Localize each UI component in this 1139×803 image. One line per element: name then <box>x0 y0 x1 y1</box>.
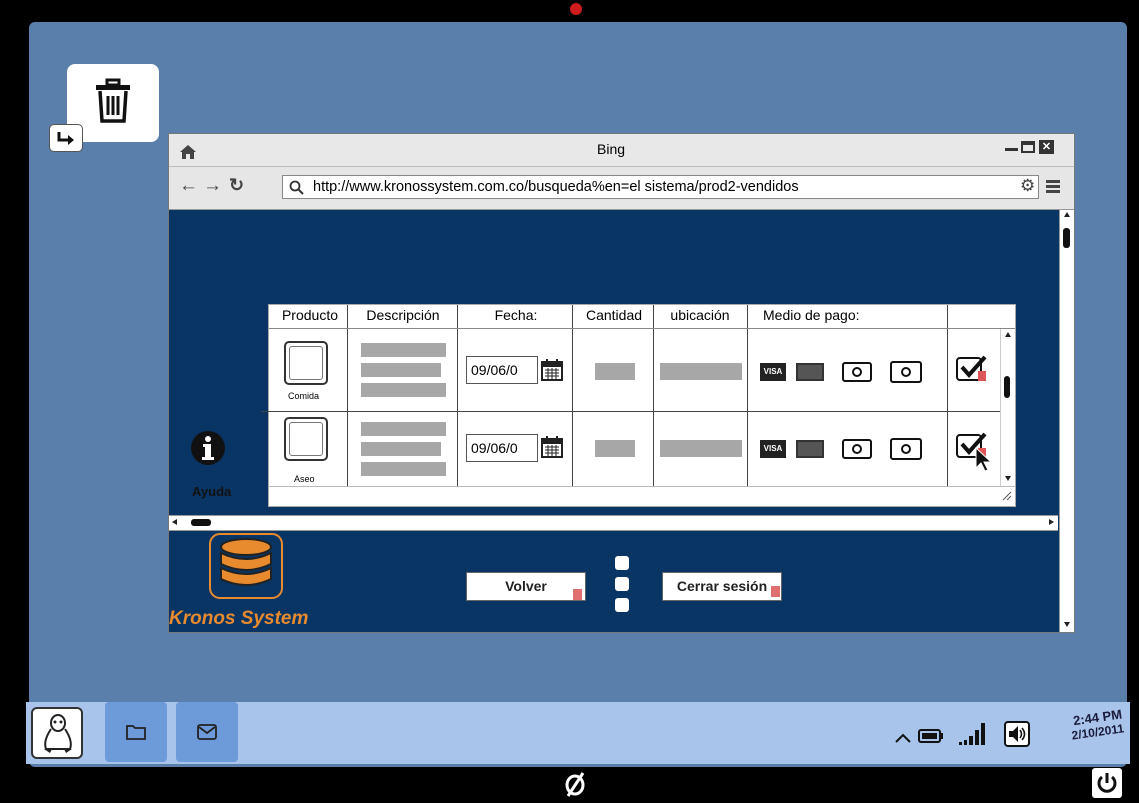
location-placeholder <box>660 440 742 457</box>
close-icon[interactable]: ✕ <box>1039 140 1054 154</box>
header-location: ubicación <box>670 307 730 323</box>
cash-icon[interactable] <box>890 438 922 460</box>
browser-title: Bing <box>597 141 626 157</box>
taskbar: 2:44 PM 2/10/2011 <box>26 702 1130 764</box>
info-icon[interactable] <box>190 430 226 466</box>
product-image-box <box>284 417 328 461</box>
header-date: Fecha: <box>494 307 538 323</box>
table-scrollbar[interactable] <box>1000 329 1015 486</box>
reload-icon[interactable]: ↻ <box>229 175 244 196</box>
date-input[interactable]: 09/06/0 <box>466 356 538 384</box>
scrollbar-thumb[interactable] <box>191 519 211 526</box>
flag-marker <box>771 586 780 597</box>
mouse-cursor-icon <box>975 447 993 472</box>
start-button[interactable] <box>31 707 83 759</box>
visa-card-icon[interactable]: VISA <box>760 363 786 381</box>
select-checkbox[interactable] <box>956 355 987 381</box>
flag-marker <box>978 371 986 381</box>
description-placeholder <box>361 363 441 377</box>
description-placeholder <box>361 442 441 456</box>
power-icon <box>1097 773 1117 793</box>
brand-mark-icon <box>565 772 585 797</box>
cash-icon[interactable] <box>842 439 872 459</box>
address-bar: ← → ↻ http://www.kronossystem.com.co/bus… <box>169 167 1074 210</box>
linux-penguin-icon <box>44 714 72 753</box>
cash-icon[interactable] <box>842 362 872 382</box>
header-quantity: Cantidad <box>585 307 643 323</box>
visa-card-icon[interactable]: VISA <box>760 440 786 458</box>
dot-icon <box>615 598 629 612</box>
header-product: Producto <box>281 307 339 323</box>
products-table: Producto Descripción Fecha: Cantidad ubi… <box>261 304 1016 507</box>
product-caption: Comida <box>288 391 320 401</box>
description-placeholder <box>361 343 446 357</box>
forward-arrow-icon[interactable]: → <box>203 175 222 197</box>
home-icon[interactable] <box>179 144 197 160</box>
scrollbar-thumb[interactable] <box>1004 376 1010 398</box>
dot-icon <box>615 556 629 570</box>
mail-taskbar-button[interactable] <box>176 702 238 762</box>
description-placeholder <box>361 422 446 436</box>
signal-strength-icon[interactable] <box>958 718 990 746</box>
power-button[interactable] <box>1092 768 1122 798</box>
chevron-up-icon[interactable] <box>895 733 911 743</box>
location-placeholder <box>660 363 742 380</box>
back-arrow-icon[interactable]: ← <box>179 175 198 197</box>
product-caption: Aseo <box>294 474 315 484</box>
speaker-icon <box>1009 726 1026 742</box>
credit-card-icon[interactable] <box>796 440 824 458</box>
folder-icon <box>126 725 146 740</box>
flag-marker <box>573 589 582 600</box>
dot-icon <box>615 577 629 591</box>
calendar-icon[interactable] <box>541 359 563 381</box>
browser-titlebar: Bing ✕ <box>169 134 1074 167</box>
help-label[interactable]: Ayuda <box>192 484 231 499</box>
page-horizontal-scrollbar[interactable] <box>169 515 1058 531</box>
url-text: http://www.kronossystem.com.co/busqueda%… <box>313 179 799 195</box>
description-placeholder <box>361 383 446 397</box>
minimize-icon[interactable] <box>1005 148 1018 151</box>
resize-grip-icon[interactable] <box>1002 491 1012 501</box>
quantity-placeholder <box>595 440 635 457</box>
maximize-icon[interactable] <box>1021 141 1035 153</box>
header-payment: Medio de pago: <box>763 307 860 323</box>
search-icon <box>289 180 304 195</box>
battery-icon[interactable] <box>918 728 944 744</box>
quantity-placeholder <box>595 363 635 380</box>
calendar-icon[interactable] <box>541 436 563 458</box>
cash-icon[interactable] <box>890 361 922 383</box>
credit-card-icon[interactable] <box>796 363 824 381</box>
url-input[interactable]: http://www.kronossystem.com.co/busqueda%… <box>282 175 1039 199</box>
clock[interactable]: 2:44 PM 2/10/2011 <box>1040 706 1127 757</box>
brand-name: Kronos System <box>169 608 309 629</box>
browser-window: Bing ✕ ← → ↻ http://www.kronossystem.com… <box>168 133 1075 633</box>
shortcut-arrow-icon <box>49 124 83 152</box>
description-placeholder <box>361 462 446 476</box>
product-image-box <box>284 341 328 385</box>
database-logo-icon <box>209 533 283 599</box>
header-description: Descripción <box>366 307 440 323</box>
settings-gear-icon[interactable]: ⚙ <box>1020 176 1035 196</box>
menu-icon[interactable] <box>1046 180 1060 194</box>
volume-button[interactable] <box>1004 721 1030 747</box>
files-taskbar-button[interactable] <box>105 702 167 762</box>
date-input[interactable]: 09/06/0 <box>466 434 538 462</box>
camera-indicator <box>570 3 582 15</box>
logout-button[interactable]: Cerrar sesión <box>662 572 782 601</box>
scrollbar-thumb[interactable] <box>1063 228 1070 248</box>
mail-icon <box>197 724 217 740</box>
back-button[interactable]: Volver <box>466 572 586 601</box>
trash-icon <box>96 78 130 123</box>
page-vertical-scrollbar[interactable] <box>1059 210 1074 632</box>
